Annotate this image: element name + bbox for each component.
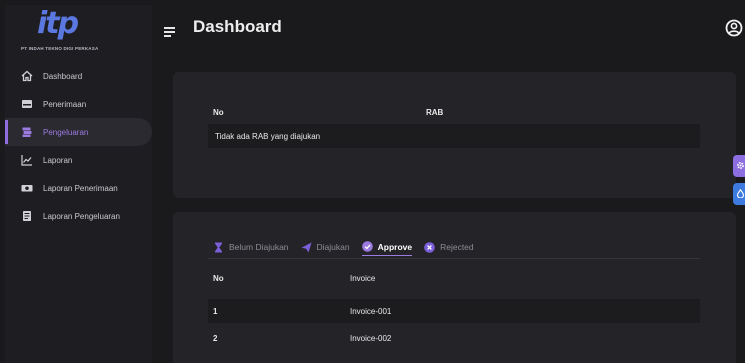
sidebar-item-laporan-pengeluaran[interactable]: Laporan Pengeluaran <box>5 202 152 230</box>
drop-icon <box>736 185 745 203</box>
sidebar: itp PT INDAH TEKNO DIGI PERKASA Dashboar… <box>5 5 152 363</box>
x-circle-icon <box>424 241 435 253</box>
tab-label: Diajukan <box>316 242 350 252</box>
empty-message: Tidak ada RAB yang diajukan <box>215 132 321 141</box>
cash-icon <box>21 182 33 194</box>
tab-rejected[interactable]: Rejected <box>424 238 474 256</box>
sidebar-item-laporan-penerimaan[interactable]: Laporan Penerimaan <box>5 174 152 202</box>
check-circle-icon <box>361 241 373 252</box>
page-title: Dashboard <box>193 17 282 36</box>
theme-float-button[interactable] <box>733 183 745 205</box>
invoice-table-header: No Invoice <box>208 266 700 288</box>
main-content: No RAB Tidak ada RAB yang diajukan Belum… <box>152 50 745 363</box>
rab-table-header: No RAB <box>208 102 700 122</box>
inbox-icon <box>21 98 33 110</box>
table-row[interactable]: 2 Invoice-002 <box>208 326 700 350</box>
user-circle-icon[interactable] <box>725 19 743 37</box>
settings-float-button[interactable] <box>733 155 745 177</box>
sidebar-item-pengeluaran[interactable]: Pengeluaran <box>5 118 152 146</box>
tab-diajukan[interactable]: Diajukan <box>301 238 350 256</box>
sidebar-item-label: Laporan Penerimaan <box>43 183 118 193</box>
invoice-card: Belum Diajukan Diajukan Approve Rejected <box>173 212 736 363</box>
tab-label: Rejected <box>440 242 474 252</box>
chart-line-icon <box>21 154 33 166</box>
rab-empty-row: Tidak ada RAB yang diajukan <box>208 124 700 148</box>
tab-approve[interactable]: Approve <box>361 238 413 256</box>
gear-icon <box>736 157 745 175</box>
column-header-no: No <box>213 274 224 283</box>
tab-belum-diajukan[interactable]: Belum Diajukan <box>213 238 289 256</box>
hamburger-icon[interactable] <box>164 27 175 39</box>
sidebar-item-label: Pengeluaran <box>43 127 89 137</box>
sidebar-item-label: Laporan Pengeluaran <box>43 211 120 221</box>
column-header-no: No <box>213 108 224 117</box>
row-number: 2 <box>213 334 218 343</box>
company-logo[interactable]: itp PT INDAH TEKNO DIGI PERKASA <box>5 5 152 57</box>
column-header-invoice: Invoice <box>350 274 376 283</box>
status-tabs: Belum Diajukan Diajukan Approve Rejected <box>213 238 486 256</box>
sidebar-item-label: Penerimaan <box>43 99 87 109</box>
money-stack-icon <box>21 126 33 138</box>
sidebar-nav: Dashboard Penerimaan Pengeluaran Laporan… <box>5 62 152 230</box>
top-bar: Dashboard <box>152 5 745 50</box>
row-number: 1 <box>213 307 218 316</box>
company-name: PT INDAH TEKNO DIGI PERKASA <box>21 46 99 51</box>
invoice-id: Invoice-002 <box>350 334 392 343</box>
sidebar-item-dashboard[interactable]: Dashboard <box>5 62 152 90</box>
tab-label: Belum Diajukan <box>229 242 289 252</box>
home-icon <box>21 70 33 82</box>
tabs-divider <box>208 258 700 259</box>
logo-mark: itp <box>37 6 79 41</box>
rab-card: No RAB Tidak ada RAB yang diajukan <box>173 72 736 198</box>
sidebar-item-label: Dashboard <box>43 71 83 81</box>
sidebar-item-penerimaan[interactable]: Penerimaan <box>5 90 152 118</box>
sidebar-item-laporan[interactable]: Laporan <box>5 146 152 174</box>
hourglass-icon <box>213 242 224 253</box>
column-header-rab: RAB <box>426 108 444 117</box>
send-icon <box>301 242 312 253</box>
invoice-id: Invoice-001 <box>350 307 392 316</box>
tab-label: Approve <box>377 241 413 252</box>
document-icon <box>21 210 33 222</box>
sidebar-item-label: Laporan <box>43 155 73 165</box>
table-row[interactable]: 1 Invoice-001 <box>208 299 700 323</box>
